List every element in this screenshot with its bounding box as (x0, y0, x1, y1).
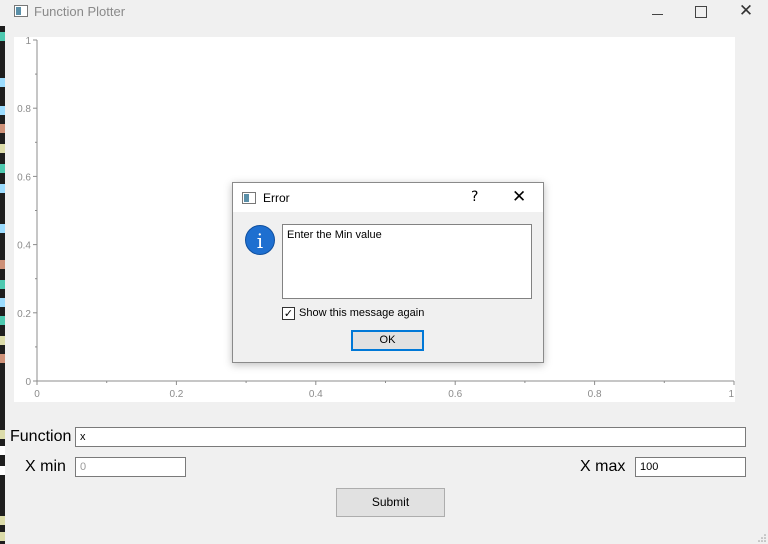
xmax-label: X max (580, 458, 626, 475)
xmax-input[interactable]: 100 (635, 457, 746, 477)
close-icon: ✕ (738, 1, 754, 21)
x-tick-label: 0.4 (309, 389, 323, 400)
dialog-title-bar: Error ? ✕ (233, 183, 543, 212)
x-tick-label: 0 (34, 389, 40, 400)
show-again-checkbox[interactable]: ✓ (282, 307, 295, 320)
help-icon[interactable]: ? (471, 189, 478, 205)
x-tick-label: 0.6 (448, 389, 462, 400)
window-title-bar: Function Plotter ✕ (0, 0, 768, 26)
y-tick-label: 0.6 (17, 172, 31, 183)
dialog-title: Error (263, 191, 290, 205)
window-title: Function Plotter (34, 4, 126, 19)
minimize-button[interactable] (637, 0, 677, 24)
function-label: Function (10, 428, 72, 445)
resize-grip-icon[interactable] (758, 534, 766, 542)
ok-button[interactable]: OK (351, 330, 424, 351)
x-tick-label: 1 (728, 389, 734, 400)
xmin-label: X min (25, 458, 66, 475)
submit-button[interactable]: Submit (336, 488, 445, 517)
dialog-app-icon (242, 192, 256, 204)
minimize-icon (651, 14, 663, 15)
close-button[interactable]: ✕ (726, 0, 766, 24)
xmin-input[interactable]: 0 (75, 457, 186, 477)
x-tick-label: 0.2 (169, 389, 183, 400)
app-icon (14, 5, 28, 17)
dialog-close-icon[interactable]: ✕ (512, 187, 526, 207)
maximize-button[interactable] (681, 0, 721, 24)
x-tick-label: 0.8 (588, 389, 602, 400)
background-editor-strip (0, 26, 5, 544)
y-tick-label: 0.4 (17, 241, 31, 252)
y-tick-label: 0 (25, 377, 31, 388)
maximize-icon (695, 6, 707, 18)
info-icon: i (245, 225, 275, 255)
message-text: Enter the Min value (282, 224, 532, 299)
error-dialog: Error ? ✕ i Enter the Min value ✓ Show t… (232, 182, 544, 363)
y-tick-label: 0.2 (17, 309, 31, 320)
y-tick-label: 0.8 (17, 104, 31, 115)
y-tick-label: 1 (25, 37, 31, 47)
show-again-label[interactable]: Show this message again (299, 307, 424, 319)
info-glyph: i (256, 229, 264, 253)
function-input[interactable]: x (75, 427, 746, 447)
